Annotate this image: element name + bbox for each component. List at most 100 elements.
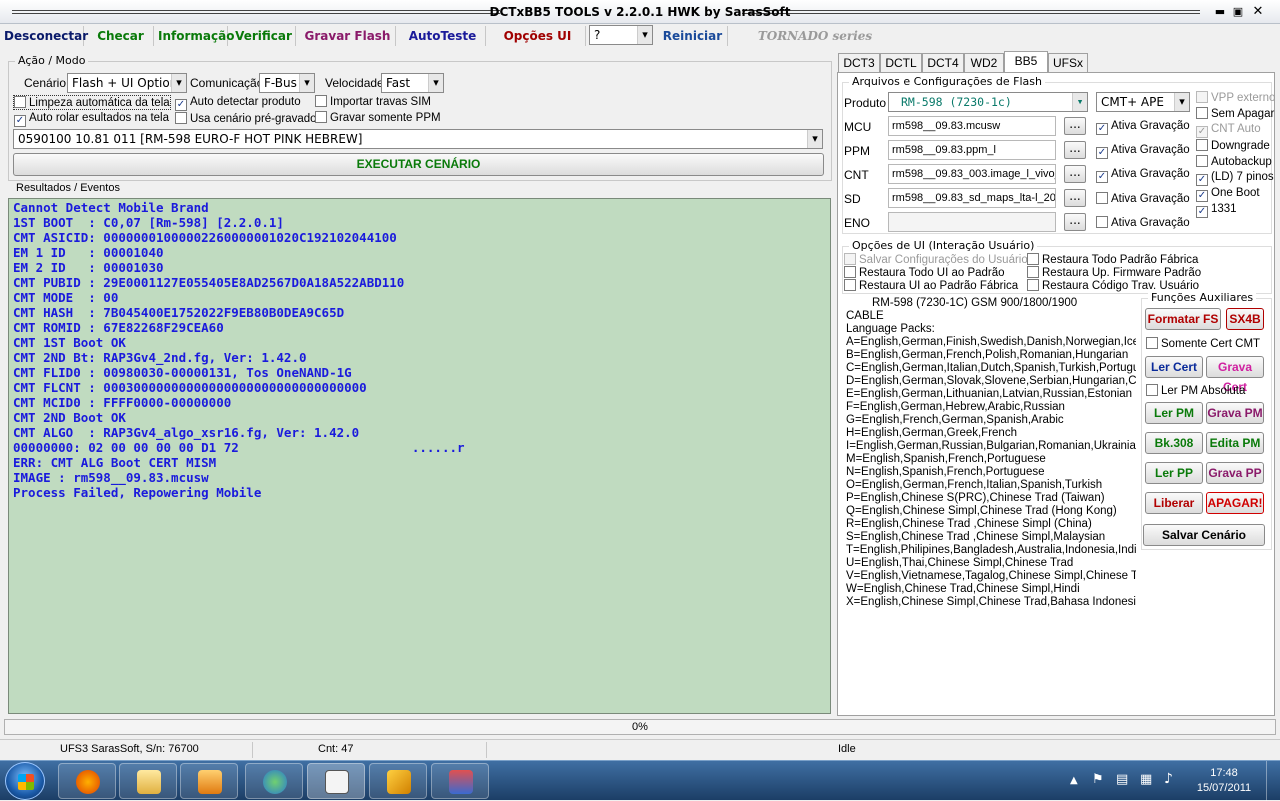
cnt-enable-checkbox[interactable]: ✓ Ativa Gravação (1096, 168, 1190, 183)
opt-restore-all-ui[interactable]: Restaura Todo UI ao Padrão (844, 266, 1005, 279)
execute-scenario-button[interactable]: EXECUTAR CENÁRIO (13, 153, 824, 176)
tab-bb5[interactable]: BB5 (1004, 51, 1048, 73)
sd-file-field[interactable]: rm598__09.83_sd_maps_lta-l_204 (888, 188, 1056, 208)
maximize-icon[interactable]: ▣ (1230, 4, 1246, 19)
ui-options-button[interactable]: Opções UI (490, 26, 586, 46)
opt-auto-clear[interactable]: Limpeza automática da tela (13, 95, 171, 110)
eno-enable-checkbox[interactable]: Ativa Gravação (1096, 216, 1190, 229)
comm-select[interactable]: F-Bus (259, 73, 315, 93)
eno-file-field[interactable] (888, 212, 1056, 232)
checkbox-checked-icon: ✓ (14, 115, 26, 127)
firefox-taskbar-icon[interactable] (58, 763, 116, 799)
ppm-file-field[interactable]: rm598__09.83.ppm_l (888, 140, 1056, 160)
start-button[interactable] (5, 762, 45, 800)
cnt-file-field[interactable]: rm598__09.83_003.image_l_vivo_ (888, 164, 1056, 184)
explorer-taskbar-icon[interactable] (119, 763, 177, 799)
speed-select[interactable]: Fast (381, 73, 444, 93)
sx4b-button[interactable]: SX4B (1226, 308, 1264, 330)
edit-pm-button[interactable]: Edita PM (1206, 432, 1264, 454)
unlock-button[interactable]: Liberar (1145, 492, 1203, 514)
action-center-flag-icon[interactable]: ⚑ (1092, 772, 1104, 787)
mcu-enable-checkbox[interactable]: ✓ Ativa Gravação (1096, 120, 1190, 135)
check-button[interactable]: Checar (88, 26, 154, 46)
mcu-label: MCU (844, 120, 872, 134)
cnt-browse-button[interactable]: ... (1064, 165, 1086, 183)
info-button[interactable]: Informação (158, 26, 234, 46)
tab-dct4[interactable]: DCT4 (922, 53, 964, 73)
help-select[interactable]: ? (589, 25, 653, 45)
log-line: Process Failed, Repowering Mobile (13, 485, 262, 500)
opt-auto-detect[interactable]: ✓ Auto detectar produto (175, 96, 301, 111)
opt-vpp-external[interactable]: VPP externo (1196, 91, 1275, 104)
restart-button[interactable]: Reiniciar (658, 26, 728, 46)
product-code-select[interactable]: 0590100 10.81 011 [RM-598 EURO-F HOT PIN… (13, 129, 823, 149)
bk308-button[interactable]: Bk.308 (1145, 432, 1203, 454)
opt-one-boot[interactable]: ✓ One Boot (1196, 187, 1260, 202)
opt-restore-ui-factory[interactable]: Restaura UI ao Padrão Fábrica (844, 279, 1018, 292)
opt-restore-all-factory[interactable]: Restaura Todo Padrão Fábrica (1027, 253, 1198, 266)
tab-dctl[interactable]: DCTL (880, 53, 922, 73)
disconnect-button[interactable]: Desconectar (4, 26, 88, 46)
sd-enable-checkbox[interactable]: Ativa Gravação (1096, 192, 1190, 205)
flash-button[interactable]: Gravar Flash (300, 26, 396, 46)
volume-icon[interactable]: ♪ (1164, 771, 1173, 787)
opt-auto-scroll[interactable]: ✓ Auto rolar esultados na tela (14, 112, 169, 127)
opt-downgrade[interactable]: Downgrade (1196, 139, 1270, 152)
product-select[interactable]: RM-598 (7230-1c) (888, 92, 1088, 112)
product-info-line: X=English,Chinese Simpl,Chinese Trad,Bah… (846, 596, 1136, 608)
read-cert-button[interactable]: Ler Cert (1145, 356, 1203, 378)
show-desktop-button[interactable] (1266, 761, 1280, 801)
opt-restore-firmware[interactable]: Restaura Up. Firmware Padrão (1027, 266, 1201, 279)
format-fs-button[interactable]: Formatar FS (1145, 308, 1221, 330)
checkbox-icon (1146, 384, 1158, 396)
checkbox-icon (1196, 107, 1208, 119)
opt-cnt-auto[interactable]: ✓ CNT Auto (1196, 123, 1261, 138)
minimize-icon[interactable]: ▬ (1212, 4, 1228, 19)
sd-browse-button[interactable]: ... (1064, 189, 1086, 207)
eno-browse-button[interactable]: ... (1064, 213, 1086, 231)
opt-save-user-config[interactable]: Salvar Configurações do Usuário (844, 253, 1028, 266)
dctxbb5-taskbar-icon[interactable] (431, 763, 489, 799)
usb-device-icon[interactable]: ▤ (1116, 772, 1128, 787)
erase-button[interactable]: APAGAR! (1206, 492, 1264, 514)
opt-only-cert-cmt[interactable]: Somente Cert CMT (1146, 337, 1260, 350)
write-pp-button[interactable]: Grava PP (1206, 462, 1264, 484)
document-taskbar-icon[interactable] (307, 763, 365, 799)
tab-ufsx[interactable]: UFSx (1048, 53, 1088, 73)
opt-write-ppm-only[interactable]: Gravar somente PPM (315, 111, 441, 124)
opt-ld-7-pins[interactable]: ✓ (LD) 7 pinos (1196, 171, 1274, 186)
scenario-select[interactable]: Flash + UI Options (67, 73, 187, 93)
tab-dct3[interactable]: DCT3 (838, 53, 880, 73)
product-info-line: F=English,German,Hebrew,Arabic,Russian (846, 401, 1065, 413)
read-pm-button[interactable]: Ler PM (1145, 402, 1203, 424)
verify-button[interactable]: Verificar (232, 26, 296, 46)
results-log[interactable]: Cannot Detect Mobile Brand 1ST BOOT : C0,… (8, 198, 831, 714)
tab-wd2[interactable]: WD2 (964, 53, 1004, 73)
close-icon[interactable]: ✕ (1250, 4, 1266, 19)
messenger-taskbar-icon[interactable] (245, 763, 303, 799)
product-info-line: B=English,German,French,Polish,Romanian,… (846, 349, 1129, 361)
opt-autobackup[interactable]: Autobackup (1196, 155, 1272, 168)
mcu-file-field[interactable]: rm598__09.83.mcusw (888, 116, 1056, 136)
opt-1331[interactable]: ✓ 1331 (1196, 203, 1237, 218)
opt-read-pm-absolute[interactable]: Ler PM Absoluta (1146, 384, 1245, 397)
variant-select[interactable]: CMT+ APE (1096, 92, 1190, 112)
opt-no-erase[interactable]: Sem Apagar (1196, 107, 1274, 120)
media-player-taskbar-icon[interactable] (180, 763, 238, 799)
mcu-browse-button[interactable]: ... (1064, 117, 1086, 135)
opt-use-saved-scenario[interactable]: Usa cenário pré-gravado (175, 112, 317, 125)
taskbar: ▲ ⚑ ▤ ▦ ♪ 17:48 15/07/2011 (0, 760, 1280, 801)
network-icon[interactable]: ▦ (1140, 772, 1152, 787)
clock[interactable]: 17:48 15/07/2011 (1192, 766, 1256, 796)
ppm-browse-button[interactable]: ... (1064, 141, 1086, 159)
save-scenario-button[interactable]: Salvar Cenário (1143, 524, 1265, 546)
selftest-button[interactable]: AutoTeste (400, 26, 486, 46)
write-pm-button[interactable]: Grava PM (1206, 402, 1264, 424)
log-line: ERR: CMT ALG Boot CERT MISM (13, 455, 217, 470)
opt-import-sim-locks[interactable]: Importar travas SIM (315, 95, 431, 108)
read-pp-button[interactable]: Ler PP (1145, 462, 1203, 484)
ppm-enable-checkbox[interactable]: ✓ Ativa Gravação (1096, 144, 1190, 159)
write-cert-button[interactable]: Grava Cert (1206, 356, 1264, 394)
show-hidden-icons-icon[interactable]: ▲ (1070, 775, 1078, 786)
winamp-taskbar-icon[interactable] (369, 763, 427, 799)
